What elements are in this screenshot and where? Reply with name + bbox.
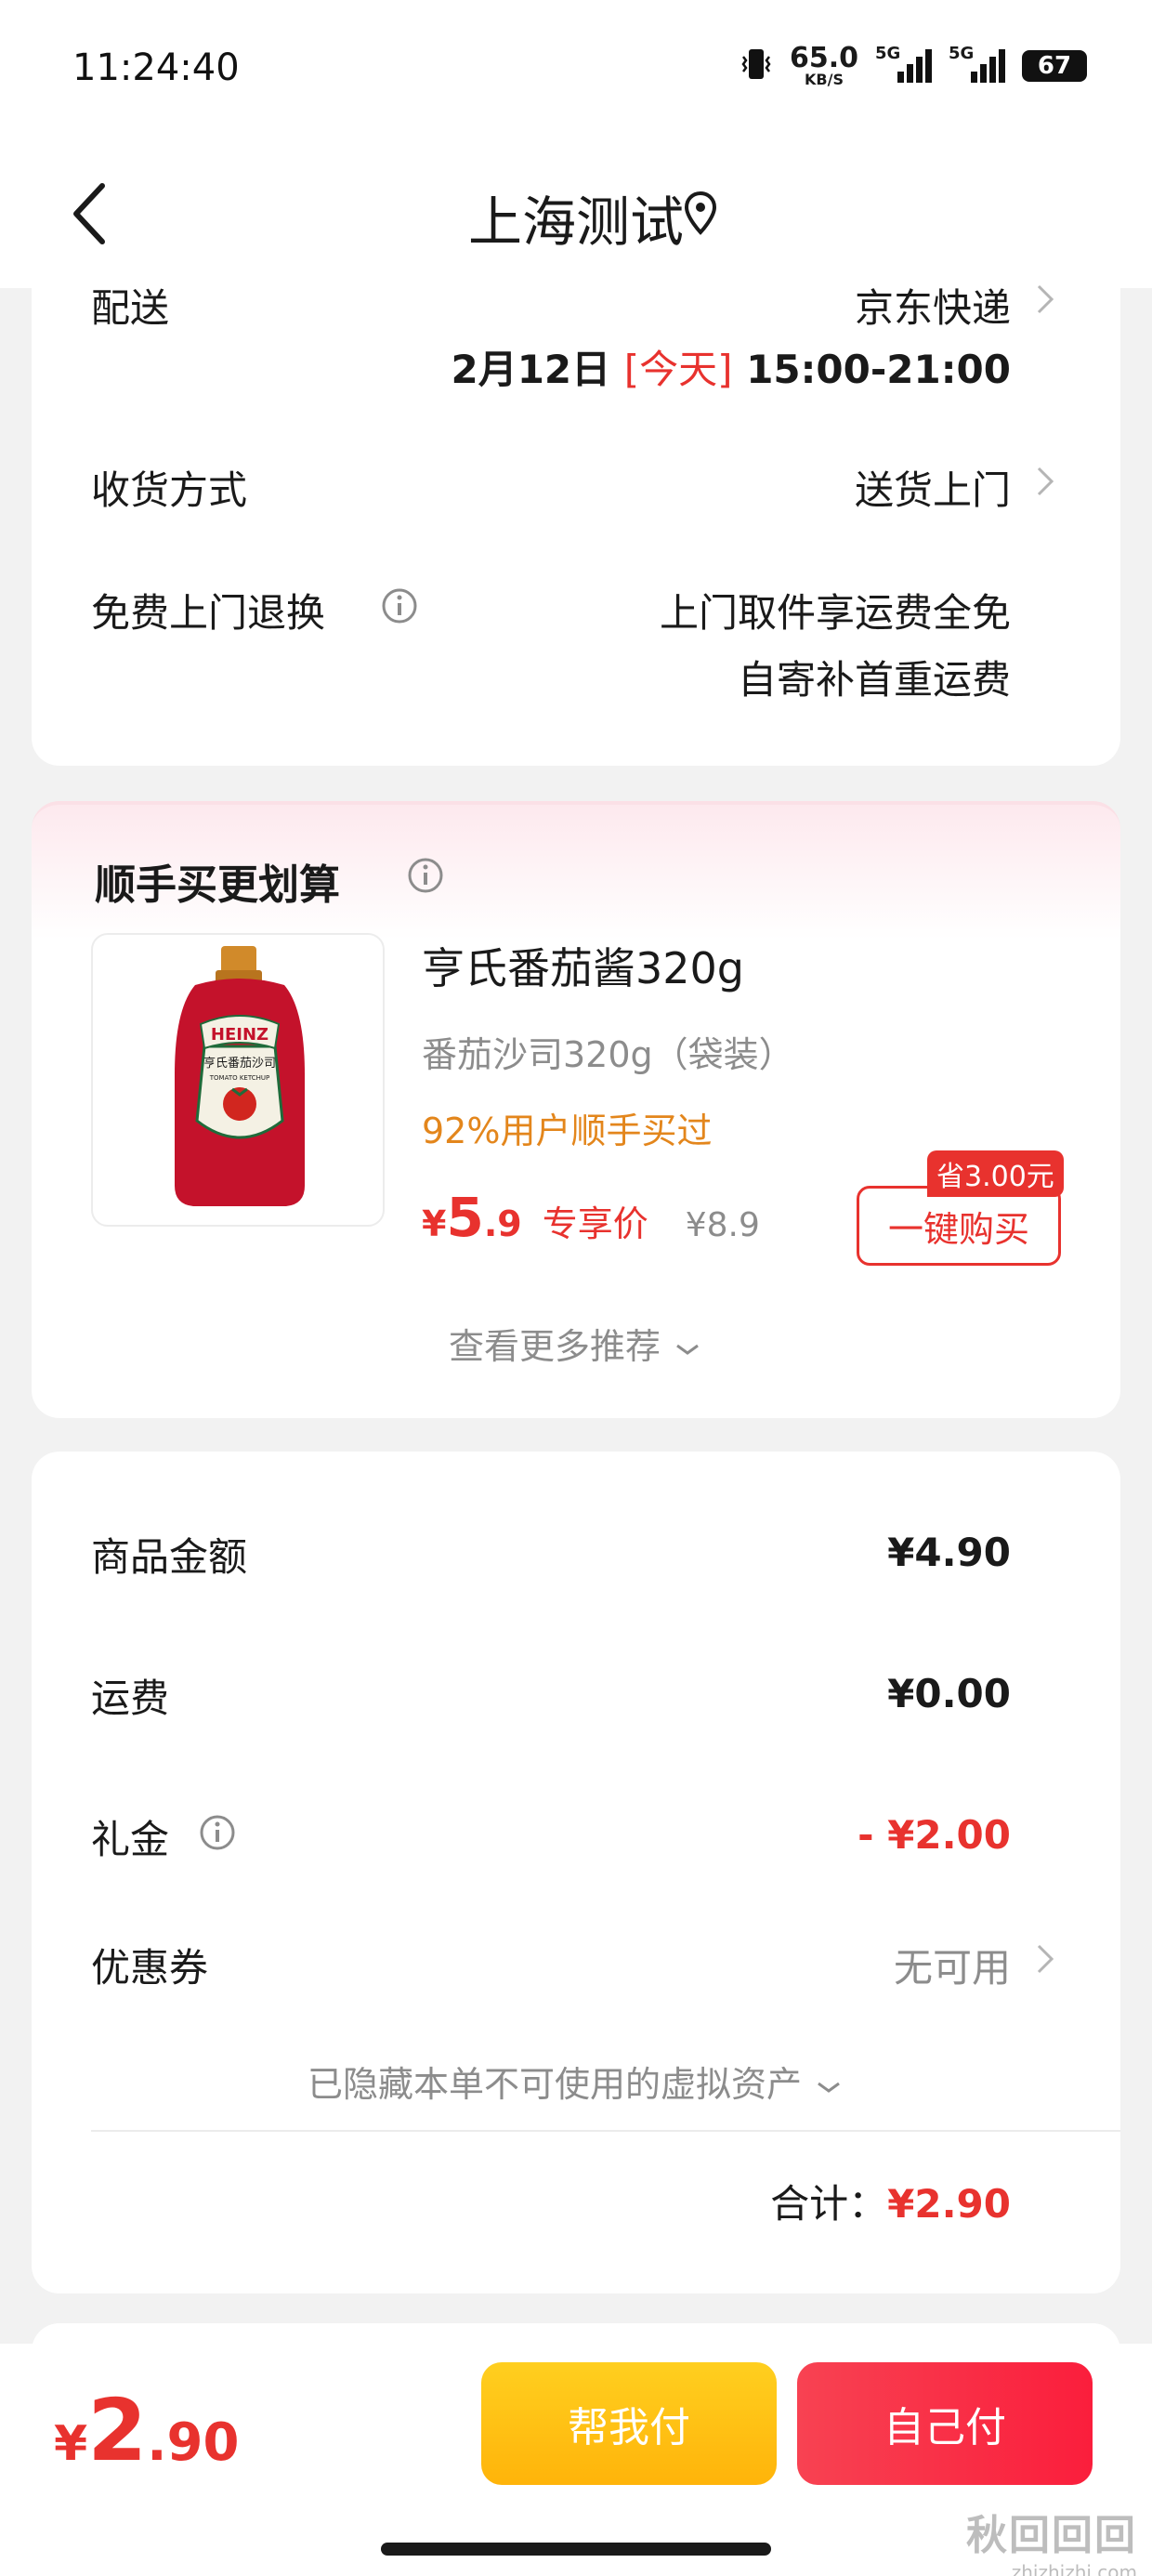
watermark: 秋回回回 zhizhizhi.com [966,2502,1137,2576]
delivery-time: 2月12日 [今天] 15:00-21:00 [451,338,1011,395]
price-decimal: .9 [483,1203,522,1244]
shipping-label: 配送 [91,285,170,331]
nav-bar: 上海测试 [0,139,1152,288]
more-recommendations-link[interactable]: 查看更多推荐 [32,1318,1120,1369]
original-price: ¥8.9 [685,1206,760,1244]
save-badge: 省3.00元 [927,1150,1064,1197]
chevron-down-icon [676,1344,699,1355]
product-price: ¥ 5 .9 专享价 ¥8.9 [422,1186,760,1249]
signal-icon: 5G [949,44,1005,83]
signal-icon: 5G [875,44,932,83]
home-indicator[interactable] [381,2543,771,2556]
bottom-pay-bar: ¥ 2 .90 帮我付 自己付 秋回回回 zhizhizhi.com [0,2344,1152,2576]
status-time: 11:24:40 [72,46,240,89]
hidden-assets-toggle[interactable]: 已隐藏本单不可使用的虚拟资产 [32,2056,1120,2107]
info-icon[interactable] [381,587,418,624]
info-icon[interactable] [199,1814,236,1851]
more-recommendations-label: 查看更多推荐 [448,1326,661,1367]
chevron-right-icon[interactable] [1035,283,1055,316]
network-speed-value: 65.0 [789,42,858,74]
delivery-window: 15:00-21:00 [746,347,1011,392]
delivery-date: 2月12日 [451,347,611,392]
shipping-fee-value: ¥0.00 [887,1671,1011,1716]
one-click-buy-button[interactable]: 一键购买 [857,1186,1061,1266]
network-speed-unit: KB/S [805,71,844,88]
product-bought-rate: 92%用户顺手买过 [422,1111,713,1151]
pay-myself-button[interactable]: 自己付 [797,2362,1093,2485]
today-tag: [今天] [623,347,733,392]
free-return-label: 免费上门退换 [91,590,326,636]
watermark-text: 秋回回回 [966,2512,1137,2559]
delivery-card: 配送 京东快递 2月12日 [今天] 15:00-21:00 收货方式 送货上门… [32,269,1120,766]
page-title: 上海测试 [467,191,684,254]
addon-card: 顺手买更划算 HEINZ 亨氏番茄沙司 TOMATO KETCHUP 亨氏番茄酱… [32,801,1120,1418]
goods-amount-label: 商品金额 [91,1534,248,1580]
chevron-down-icon [818,2082,840,2093]
product-image[interactable]: HEINZ 亨氏番茄沙司 TOMATO KETCHUP [91,933,385,1227]
carrier-value[interactable]: 京东快递 [855,277,1011,334]
coupon-value[interactable]: 无可用 [894,1937,1011,1993]
receive-method-value[interactable]: 送货上门 [855,459,1011,516]
watermark-url: zhizhizhi.com [1011,2561,1137,2576]
product-name[interactable]: 亨氏番茄酱320g [422,935,744,996]
pay-currency: ¥ [54,2416,88,2472]
product-brand-mark: HEINZ [211,1025,268,1045]
total-line: 合计：¥2.90 [770,2173,1011,2229]
goods-amount-value: ¥4.90 [887,1530,1011,1575]
shipping-fee-label: 运费 [91,1676,170,1721]
price-currency: ¥ [422,1203,447,1244]
receive-method-label: 收货方式 [91,467,248,513]
gift-money-value: - ¥2.00 [857,1812,1011,1858]
free-return-line2: 自寄补首重运费 [737,657,1011,703]
product-en-mark: TOMATO KETCHUP [209,1074,269,1082]
chevron-right-icon[interactable] [1035,465,1055,498]
total-value: ¥2.90 [887,2181,1011,2227]
pay-total-integer: 2 [87,2381,148,2480]
network-speed: 65.0 KB/S [790,45,858,87]
status-bar: 11:24:40 65.0 KB/S 5G 5G 67 [0,0,1152,139]
product-spec: 番茄沙司320g（袋装） [422,1034,794,1075]
hidden-assets-label: 已隐藏本单不可使用的虚拟资产 [307,2064,802,2105]
signal-label: 5G [875,44,901,63]
divider [91,2130,1120,2132]
pay-total-decimal: .90 [147,2412,240,2473]
free-return-line1: 上门取件享运费全免 [659,590,1011,636]
chevron-right-icon[interactable] [1035,1942,1055,1976]
total-label: 合计： [770,2181,888,2227]
price-summary-card: 商品金额 ¥4.90 运费 ¥0.00 礼金 - ¥2.00 优惠券 无可用 已… [32,1452,1120,2293]
location-pin-icon[interactable] [683,190,718,238]
price-integer: 5 [446,1186,484,1249]
gift-money-label: 礼金 [91,1817,170,1862]
battery-icon: 67 [1022,50,1087,82]
product-cn-mark: 亨氏番茄沙司 [203,1056,276,1071]
signal-label: 5G [949,44,975,63]
ketchup-pouch-image: HEINZ 亨氏番茄沙司 TOMATO KETCHUP [175,946,305,1206]
coupon-label: 优惠券 [91,1945,209,1991]
vibrate-icon [740,46,773,86]
help-me-pay-button[interactable]: 帮我付 [481,2362,777,2485]
price-tag: 专享价 [542,1203,648,1244]
status-icons: 65.0 KB/S 5G 5G 67 [740,44,1087,87]
addon-title: 顺手买更划算 [95,861,340,909]
info-icon[interactable] [407,857,444,894]
pay-total: ¥ 2 .90 [54,2381,239,2480]
